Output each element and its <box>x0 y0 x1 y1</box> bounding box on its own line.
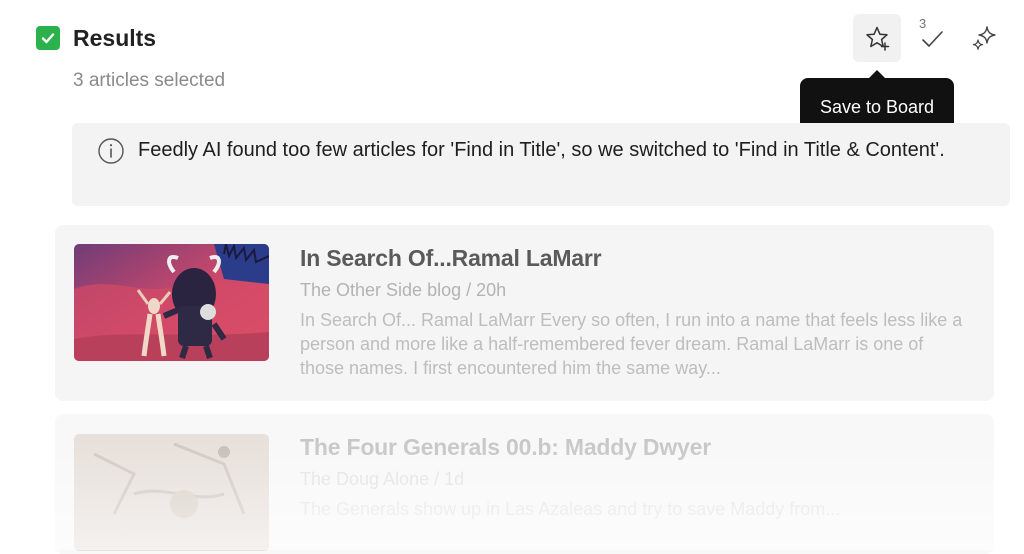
article-title[interactable]: In Search Of...Ramal LaMarr <box>300 245 970 272</box>
selection-count: 3 articles selected <box>73 70 226 91</box>
article-snippet: In Search Of... Ramal LaMarr Every so of… <box>300 310 963 378</box>
article-meta: The Other Side blog / 20h <box>300 280 507 300</box>
article-thumbnail <box>74 244 269 361</box>
article-card[interactable]: In Search Of...Ramal LaMarr The Other Si… <box>55 225 994 401</box>
ai-notice-banner: Feedly AI found too few articles for 'Fi… <box>72 123 1010 206</box>
article-meta: The Doug Alone / 1d <box>300 469 465 489</box>
results-header: Results <box>36 22 156 54</box>
star-plus-icon <box>866 26 890 51</box>
article-content: The Four Generals 00.b: Maddy Dwyer The … <box>300 434 970 521</box>
mark-as-read-button[interactable] <box>908 14 956 62</box>
ai-notice-text: Feedly AI found too few articles for 'Fi… <box>138 139 945 161</box>
checkmark-icon <box>41 33 55 44</box>
sparkles-icon <box>972 26 996 50</box>
mark-read-count: 3 <box>919 16 927 31</box>
article-thumbnail <box>74 434 269 551</box>
page-title: Results <box>73 24 157 51</box>
ai-actions-button[interactable] <box>961 14 1009 62</box>
article-title[interactable]: The Four Generals 00.b: Maddy Dwyer <box>300 434 970 461</box>
article-image <box>74 244 269 361</box>
article-card[interactable]: The Four Generals 00.b: Maddy Dwyer The … <box>55 414 994 554</box>
article-snippet: The Generals show up in Las Azaleas and … <box>300 499 841 519</box>
results-checkbox[interactable] <box>36 26 60 50</box>
article-image <box>74 434 269 551</box>
save-to-board-button[interactable] <box>853 14 901 62</box>
article-content: In Search Of...Ramal LaMarr The Other Si… <box>300 245 970 380</box>
info-icon <box>98 138 124 164</box>
